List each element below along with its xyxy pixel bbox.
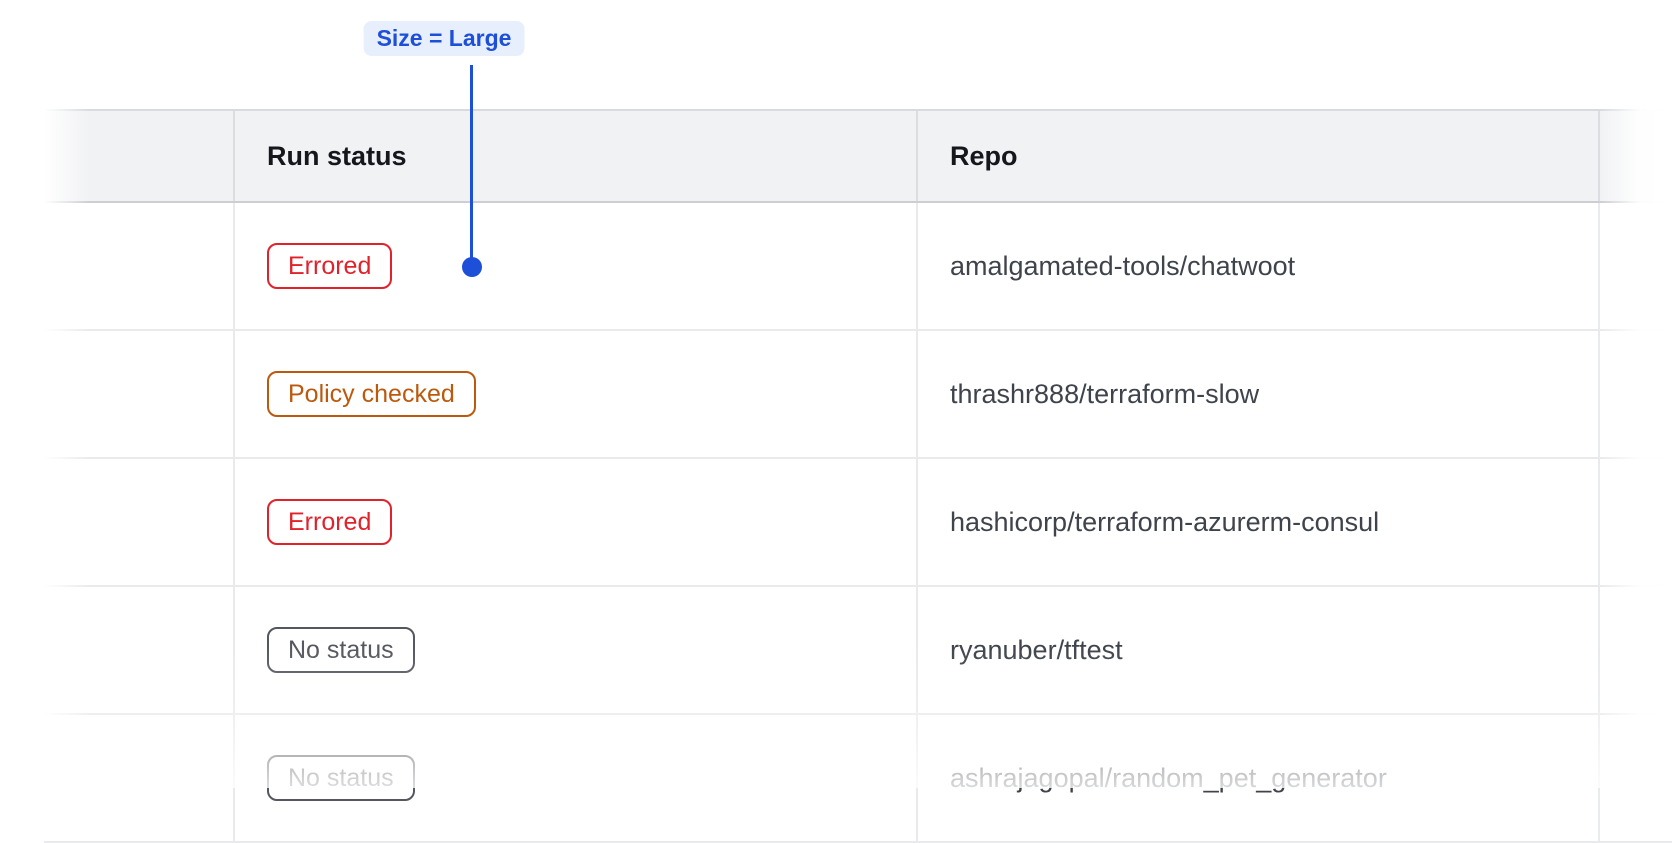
repo-name: amalgamated-tools/chatwoot: [950, 251, 1295, 282]
annotation-dot: [462, 257, 482, 277]
table-row[interactable]: No status ashrajagopal/random_pet_genera…: [44, 715, 1672, 843]
repo-cell: ryanuber/tftest: [916, 587, 1598, 713]
table-row[interactable]: No status ryanuber/tftest: [44, 587, 1672, 715]
run-status-cell: No status: [233, 587, 916, 713]
blank-cell: [44, 331, 233, 457]
repo-name: hashicorp/terraform-azurerm-consul: [950, 507, 1379, 538]
table-row[interactable]: Errored amalgamated-tools/chatwoot: [44, 203, 1672, 331]
runs-table: Run status Repo Errored amalgamated-tool…: [44, 109, 1672, 843]
column-header-overflow: [1598, 111, 1672, 201]
run-status-badge: No status: [267, 627, 415, 673]
run-status-badge: Errored: [267, 499, 392, 545]
run-status-badge: Policy checked: [267, 371, 476, 417]
run-status-cell: Policy checked: [233, 331, 916, 457]
run-status-badge: No status: [267, 755, 415, 801]
blank-cell: [44, 587, 233, 713]
repo-name: thrashr888/terraform-slow: [950, 379, 1259, 410]
blank-cell: [44, 715, 233, 841]
run-status-cell: Errored: [233, 459, 916, 585]
table-row[interactable]: Errored hashicorp/terraform-azurerm-cons…: [44, 459, 1672, 587]
overflow-cell: [1598, 331, 1672, 457]
run-status-badge: Errored: [267, 243, 392, 289]
table-header-row: Run status Repo: [44, 109, 1672, 203]
size-annotation-pill: Size = Large: [364, 21, 525, 56]
annotation-connector-line: [470, 65, 473, 259]
blank-cell: [44, 203, 233, 329]
repo-name: ashrajagopal/random_pet_generator: [950, 763, 1387, 794]
table-row[interactable]: Policy checked thrashr888/terraform-slow: [44, 331, 1672, 459]
overflow-cell: [1598, 459, 1672, 585]
column-header-blank: [44, 111, 233, 201]
blank-cell: [44, 459, 233, 585]
overflow-cell: [1598, 587, 1672, 713]
overflow-cell: [1598, 203, 1672, 329]
run-status-cell: Errored: [233, 203, 916, 329]
repo-cell: amalgamated-tools/chatwoot: [916, 203, 1598, 329]
column-header-repo: Repo: [916, 111, 1598, 201]
overflow-cell: [1598, 715, 1672, 841]
column-header-run-status: Run status: [233, 111, 916, 201]
repo-name: ryanuber/tftest: [950, 635, 1123, 666]
repo-cell: thrashr888/terraform-slow: [916, 331, 1598, 457]
repo-cell: hashicorp/terraform-azurerm-consul: [916, 459, 1598, 585]
repo-cell: ashrajagopal/random_pet_generator: [916, 715, 1598, 841]
run-status-cell: No status: [233, 715, 916, 841]
